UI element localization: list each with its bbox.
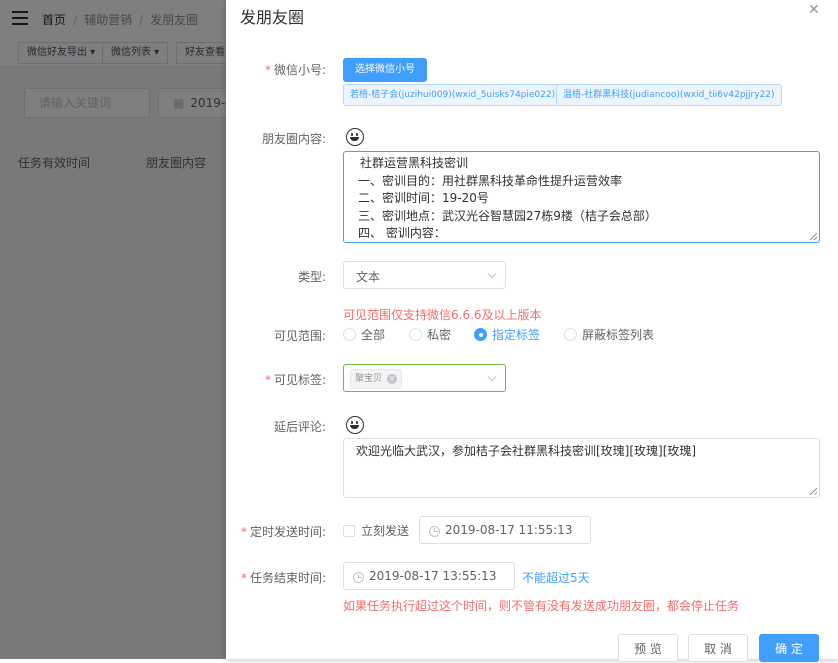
type-select[interactable]: 文本 (343, 261, 506, 289)
wechat-account-tag[interactable]: 若梧-桔子会(juzihui009)(wxid_5uisks74pie022) (343, 84, 563, 106)
moments-content-textarea[interactable]: 社群运营黑科技密训 一、密训目的：用社群黑科技革命性提升运营效率 二、密训时间：… (343, 151, 820, 243)
end-time-label: * 任务结束时间: (240, 571, 326, 585)
visibility-version-note: 可见范围仅支持微信6.6.6及以上版本 (343, 308, 542, 322)
clock-icon (429, 526, 440, 537)
clock-icon (353, 572, 364, 583)
schedule-time-label: * 定时发送时间: (240, 525, 326, 539)
schedule-datetime-picker[interactable]: 2019-08-17 11:55:13 (419, 516, 591, 544)
radio-all-label[interactable]: 全部 (361, 326, 385, 343)
content-line: 三、密训地点：武汉光谷智慧园27栋9楼（桔子会总部） (358, 208, 657, 223)
end-datetime-picker[interactable]: 2019-08-17 13:55:13 (343, 562, 515, 590)
preview-button[interactable]: 预 览 (618, 634, 678, 662)
end-time-limit: 不能超过5天 (522, 571, 590, 585)
radio-specified-tags[interactable] (474, 328, 487, 341)
content-lines: 社群运营黑科技密训 一、密训目的：用社群黑科技革命性提升运营效率 二、密训时间：… (358, 155, 657, 242)
content-line: 二、密训时间：19-20号 (358, 191, 489, 205)
tag-close-icon[interactable]: × (387, 373, 398, 384)
end-datetime-value: 2019-08-17 13:55:13 (369, 569, 497, 583)
post-moments-dialog: 发朋友圈 ✕ * 微信小号: 选择微信小号 若梧-桔子会(juzihui009)(… (226, 0, 838, 662)
radio-private[interactable] (409, 328, 422, 341)
end-time-warning: 如果任务执行超过这个时间，则不管有没有发送成功朋友圈，都会停止任务 (343, 599, 740, 613)
type-select-value: 文本 (356, 270, 381, 284)
delayed-comment-textarea[interactable]: 欢迎光临大武汉，参加桔子会社群黑科技密训[玫瑰][玫瑰][玫瑰] (343, 438, 820, 498)
radio-all[interactable] (343, 328, 356, 341)
radio-block-tags-label[interactable]: 屏蔽标签列表 (582, 326, 654, 343)
delayed-comment-label: 延后评论: (273, 420, 326, 434)
radio-block-tags[interactable] (564, 328, 577, 341)
emoji-icon[interactable] (346, 128, 364, 146)
emoji-icon[interactable] (346, 416, 364, 434)
chevron-down-icon (487, 269, 497, 279)
resize-handle[interactable] (810, 488, 817, 495)
wechat-account-tag[interactable]: 温梧-社群黑科技(judiancoo)(wxid_tii6v42pjjry22) (556, 84, 782, 106)
content-line: 一、密训目的：用社群黑科技革命性提升运营效率 (358, 173, 623, 188)
radio-private-label[interactable]: 私密 (427, 326, 451, 343)
dialog-title: 发朋友圈 (240, 8, 305, 27)
select-wechat-button[interactable]: 选择微信小号 (343, 58, 427, 82)
comment-text: 欢迎光临大武汉，参加桔子会社群黑科技密训[玫瑰][玫瑰][玫瑰] (356, 444, 697, 458)
wechat-account-label: * 微信小号: (264, 63, 326, 77)
confirm-button[interactable]: 确 定 (759, 634, 819, 662)
type-label: 类型: (297, 270, 326, 284)
content-line: 四、 密训内容： (358, 226, 446, 240)
visibility-label: 可见范围: (273, 329, 326, 343)
resize-handle[interactable] (810, 233, 817, 240)
close-icon[interactable]: ✕ (808, 2, 820, 18)
visible-tags-select[interactable]: 聚宝贝 × (343, 364, 506, 392)
tag-chip[interactable]: 聚宝贝 × (350, 369, 403, 389)
moments-content-label: 朋友圈内容: (261, 132, 326, 146)
visible-tags-label: * 可见标签: (264, 373, 326, 387)
send-immediately-label[interactable]: 立刻发送 (361, 522, 409, 539)
radio-specified-tags-label[interactable]: 指定标签 (492, 326, 540, 343)
send-immediately-checkbox[interactable] (343, 525, 355, 537)
schedule-datetime-value: 2019-08-17 11:55:13 (445, 523, 573, 537)
chevron-down-icon (487, 372, 497, 382)
content-line: 社群运营黑科技密训 (360, 156, 469, 170)
cancel-button[interactable]: 取 消 (688, 634, 748, 662)
